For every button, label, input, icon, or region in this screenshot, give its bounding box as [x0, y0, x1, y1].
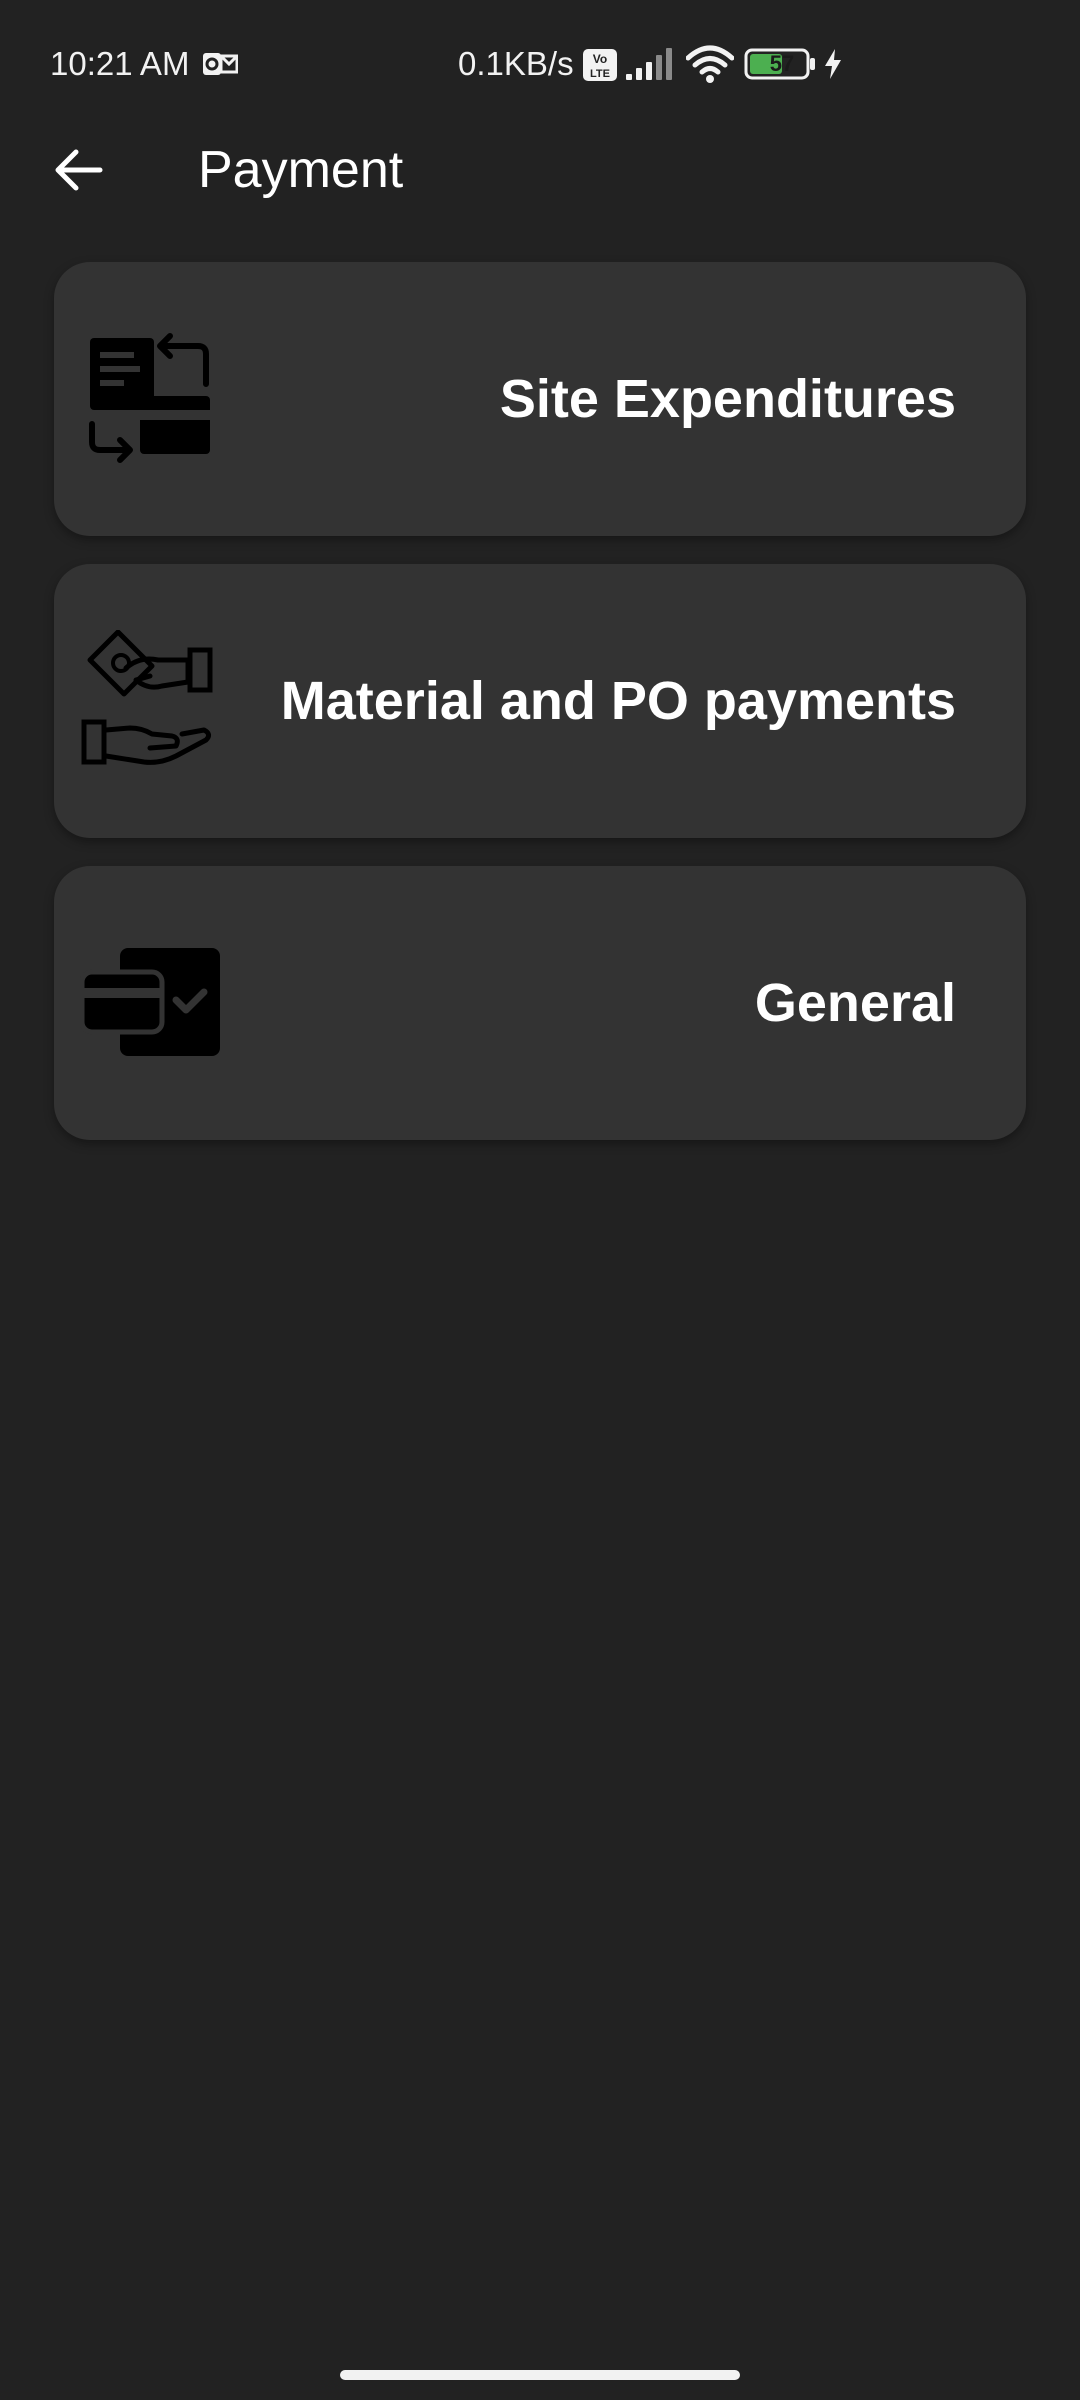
charging-icon: [825, 49, 841, 79]
arrow-left-icon: [55, 149, 103, 191]
back-button[interactable]: [38, 130, 118, 210]
outlook-icon: [203, 53, 238, 75]
site-expenditures-card[interactable]: Site Expenditures: [54, 262, 1026, 536]
svg-text:LTE: LTE: [590, 68, 610, 80]
hand-money-icon: [81, 630, 213, 765]
card-label: Site Expenditures: [499, 369, 956, 429]
svg-text:Vo: Vo: [593, 52, 607, 66]
general-card[interactable]: General: [54, 866, 1026, 1140]
material-po-payments-card[interactable]: Material and PO payments: [54, 564, 1026, 838]
volte-icon: Vo LTE: [583, 49, 617, 81]
card-label: Material and PO payments: [280, 671, 956, 731]
gesture-nav-handle[interactable]: [340, 2370, 740, 2380]
signal-icon: [626, 48, 672, 80]
card-label: General: [754, 973, 956, 1033]
wifi-icon: [686, 45, 734, 83]
network-speed: 0.1KB/s: [458, 45, 574, 82]
status-time: 10:21 AM: [50, 45, 190, 82]
battery-level: 57: [769, 51, 795, 76]
card-check-icon: [80, 948, 220, 1056]
status-bar: 10:21 AM 0.1KB/s Vo LTE 57: [0, 0, 1080, 128]
page-title: Payment: [198, 141, 404, 199]
transfer-icon: [89, 333, 210, 463]
payment-options-list: Site Expenditures Material and PO paymen…: [54, 262, 1026, 1168]
